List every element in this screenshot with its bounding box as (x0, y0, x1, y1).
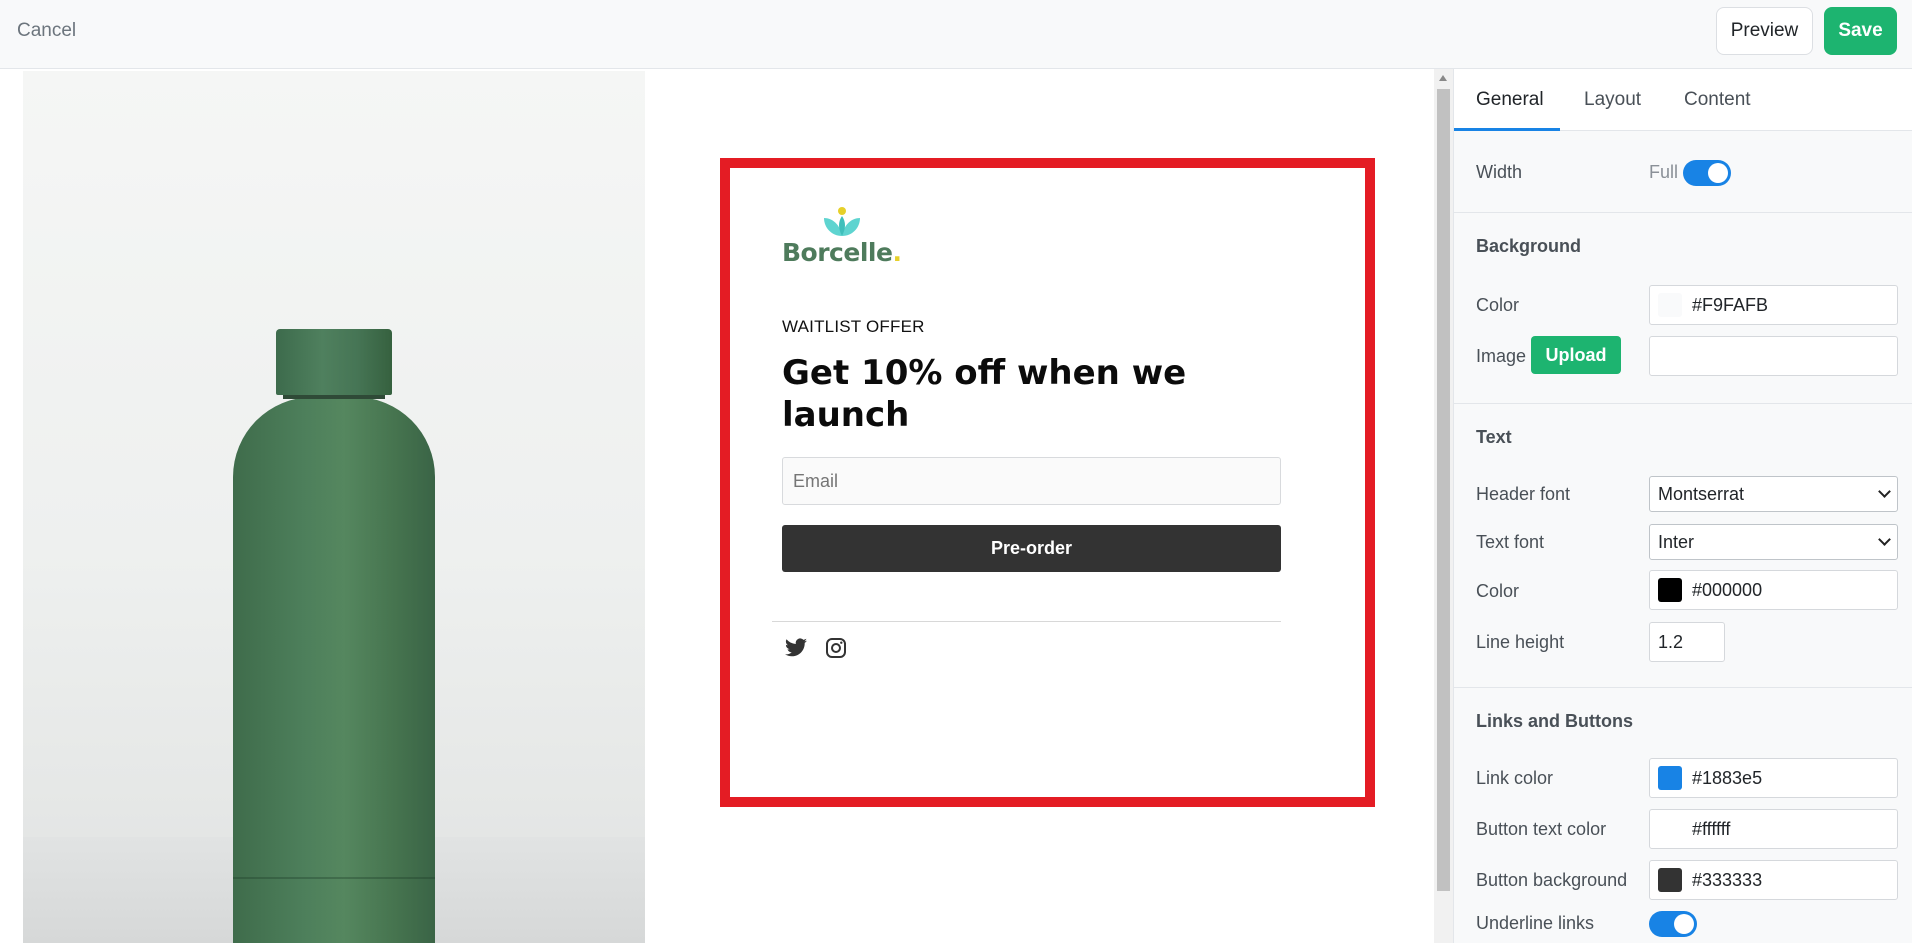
text-color-value: #000000 (1692, 579, 1763, 600)
upload-button[interactable]: Upload (1531, 336, 1621, 374)
settings-panel: General Layout Content Width Full Backgr… (1453, 69, 1912, 943)
text-heading: Text (1476, 427, 1512, 447)
underline-toggle-knob (1674, 914, 1694, 934)
cancel-link[interactable]: Cancel (17, 20, 76, 42)
brand-logo: Borcelle. (782, 206, 922, 278)
underline-links-toggle[interactable] (1649, 911, 1697, 937)
line-height-label: Line height (1476, 632, 1565, 652)
background-color-value: #F9FAFB (1692, 294, 1769, 315)
email-input[interactable] (782, 457, 1281, 505)
header-font-value: Montserrat (1658, 483, 1745, 504)
tab-layout[interactable]: Layout (1584, 89, 1641, 111)
button-text-color-field[interactable]: #ffffff (1649, 809, 1898, 849)
bottle-cap (276, 329, 392, 395)
button-background-swatch[interactable] (1658, 868, 1682, 892)
link-color-field[interactable]: #1883e5 (1649, 758, 1898, 798)
width-label: Width (1476, 162, 1523, 182)
canvas-scrollbar[interactable] (1434, 69, 1453, 943)
button-text-color-label: Button text color (1476, 819, 1607, 839)
text-font-select[interactable]: Inter (1649, 524, 1898, 560)
text-color-swatch[interactable] (1658, 578, 1682, 602)
preorder-button[interactable]: Pre-order (782, 525, 1281, 572)
width-toggle[interactable] (1683, 160, 1731, 186)
width-toggle-knob (1708, 163, 1728, 183)
header-font-select[interactable]: Montserrat (1649, 476, 1898, 512)
background-image-label: Image (1476, 346, 1527, 366)
save-button[interactable]: Save (1824, 7, 1897, 55)
link-color-value: #1883e5 (1692, 767, 1763, 788)
popup-headline: Get 10% off when we launch (782, 353, 1187, 435)
link-color-swatch[interactable] (1658, 766, 1682, 790)
text-color-label: Color (1476, 581, 1520, 601)
brand-logo-text: Borcelle. (782, 238, 902, 267)
underline-links-label: Underline links (1476, 913, 1595, 933)
tab-general[interactable]: General (1476, 89, 1544, 111)
instagram-icon[interactable] (824, 636, 848, 660)
background-section: Background Color #F9FAFB Image Upload (1454, 213, 1912, 404)
button-text-color-swatch[interactable] (1658, 817, 1682, 841)
text-section: Text Header font Montserrat Text font In… (1454, 404, 1912, 688)
button-background-label: Button background (1476, 870, 1628, 890)
scroll-up-arrow[interactable] (1439, 75, 1447, 81)
canvas-gutter (0, 69, 23, 943)
background-color-swatch[interactable] (1658, 293, 1682, 317)
flower-icon (824, 207, 860, 236)
background-heading: Background (1476, 236, 1582, 256)
button-background-field[interactable]: #333333 (1649, 860, 1898, 900)
product-image (23, 71, 645, 943)
chevron-down-icon (1878, 533, 1891, 546)
chevron-down-icon (1878, 485, 1891, 498)
links-heading: Links and Buttons (1476, 711, 1633, 731)
waitlist-popup[interactable]: Borcelle. WAITLIST OFFER Get 10% off whe… (720, 158, 1375, 807)
link-color-label: Link color (1476, 768, 1554, 788)
background-image-field[interactable] (1649, 336, 1898, 376)
popup-eyebrow: WAITLIST OFFER (782, 317, 925, 336)
twitter-icon[interactable] (784, 636, 808, 660)
bottle-line (233, 877, 435, 879)
tab-content[interactable]: Content (1684, 89, 1751, 111)
bottle-body (233, 397, 435, 943)
width-section: Width Full (1454, 131, 1912, 213)
background-color-field[interactable]: #F9FAFB (1649, 285, 1898, 325)
button-background-value: #333333 (1692, 869, 1763, 890)
width-value: Full (1649, 162, 1679, 182)
preview-button[interactable]: Preview (1716, 7, 1813, 55)
background-color-label: Color (1476, 295, 1520, 315)
line-height-value: 1.2 (1658, 631, 1684, 652)
text-color-field[interactable]: #000000 (1649, 570, 1898, 610)
links-section: Links and Buttons Link color #1883e5 But… (1454, 688, 1912, 943)
settings-tabs: General Layout Content (1454, 69, 1912, 131)
header-font-label: Header font (1476, 484, 1571, 504)
popup-divider (772, 621, 1281, 622)
scroll-thumb[interactable] (1437, 89, 1450, 891)
text-font-value: Inter (1658, 531, 1695, 552)
line-height-field[interactable]: 1.2 (1649, 622, 1725, 662)
button-text-color-value: #ffffff (1692, 818, 1731, 839)
text-font-label: Text font (1476, 532, 1545, 552)
top-bar: Cancel Preview Save (0, 0, 1912, 69)
